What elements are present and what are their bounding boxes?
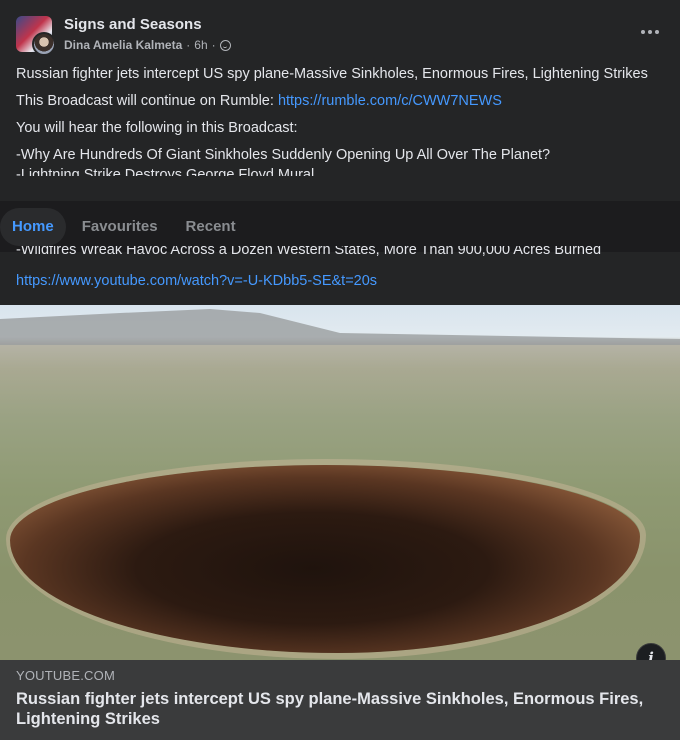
preview-domain: YOUTUBE.COM [16,668,115,683]
link-preview-bar[interactable]: YOUTUBE.COM Russian fighter jets interce… [0,660,680,740]
link-preview-image[interactable]: i [0,305,680,660]
post-body-continued: -Wildfires Wreak Havoc Across a Dozen We… [16,246,664,260]
rumble-link[interactable]: https://rumble.com/c/CWW7NEWS [278,93,502,109]
feed-post: Signs and Seasons Dina Amelia Kalmeta · … [0,0,680,740]
group-name[interactable]: Signs and Seasons [64,16,202,33]
user-avatar[interactable] [32,32,56,56]
bullet-3: -Wildfires Wreak Havoc Across a Dozen We… [16,246,602,258]
tab-recent[interactable]: Recent [174,208,248,246]
hear-intro: You will hear the following in this Broa… [16,120,298,136]
more-options-icon [655,30,659,34]
avatar-stack[interactable] [16,16,56,56]
meta-separator: · [186,38,191,52]
bullet-2: -Lightning Strike Destroys George Floyd … [16,167,315,176]
post-title-text: Russian fighter jets intercept US spy pl… [16,66,648,82]
globe-icon [219,39,231,51]
author-name[interactable]: Dina Amelia Kalmeta [64,38,182,52]
tab-favourites[interactable]: Favourites [70,208,170,246]
meta-separator: · [211,38,216,52]
rumble-line: This Broadcast will continue on Rumble: … [16,91,664,111]
bullet-3-clip: -Wildfires Wreak Havoc Across a Dozen We… [16,246,664,260]
post-body: Russian fighter jets intercept US spy pl… [16,64,664,176]
post-header: Signs and Seasons Dina Amelia Kalmeta · … [16,14,664,60]
preview-title[interactable]: Russian fighter jets intercept US spy pl… [16,689,664,729]
bullet-1: -Why Are Hundreds Of Giant Sinkholes Sud… [16,147,551,163]
mountain-silhouette [0,309,680,345]
more-options-button[interactable] [636,18,664,46]
rumble-prefix: This Broadcast will continue on Rumble: [16,93,278,109]
post-time[interactable]: 6h [194,38,207,52]
info-icon[interactable]: i [636,643,666,660]
youtube-link[interactable]: https://www.youtube.com/watch?v=-U-KDbb5… [16,273,377,289]
more-options-icon [641,30,645,34]
feed-tab-bar: Home Favourites Recent [0,201,680,252]
tab-home[interactable]: Home [0,207,66,246]
more-options-icon [648,30,652,34]
post-meta: Dina Amelia Kalmeta · 6h · [64,38,231,52]
